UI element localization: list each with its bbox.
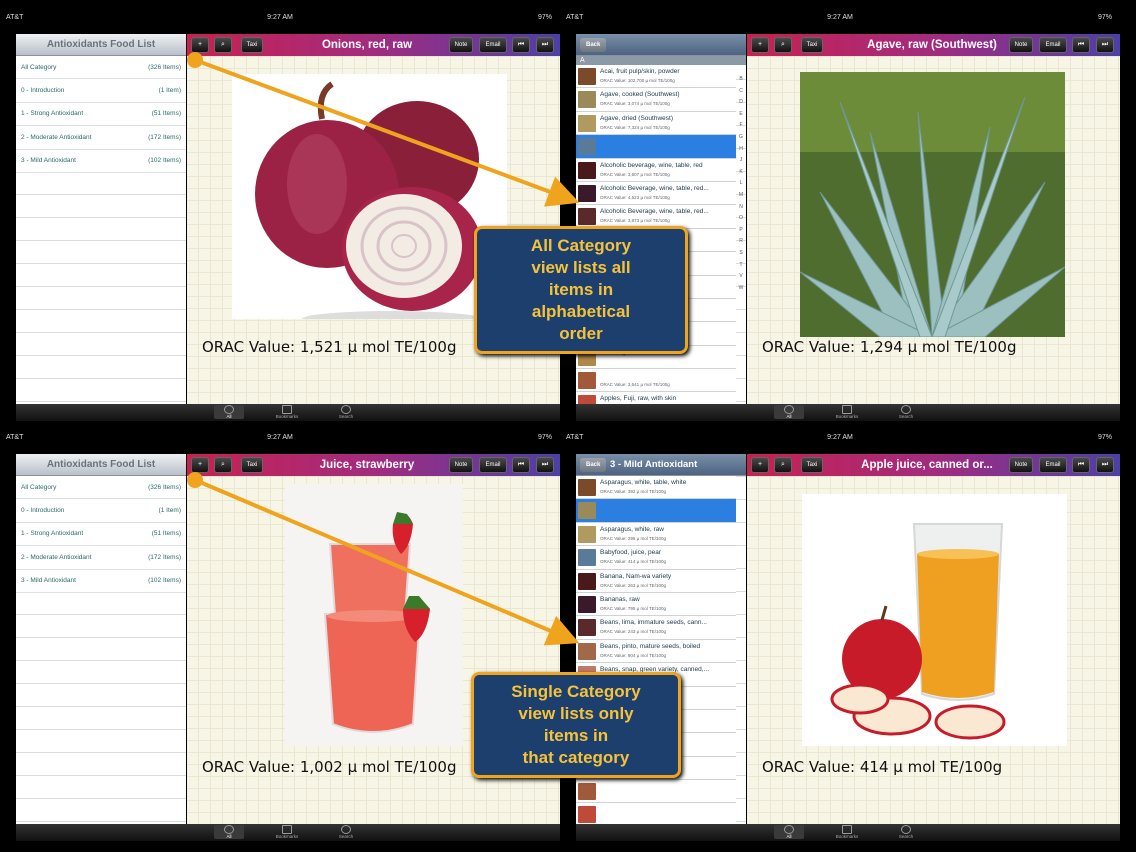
- arrow-single-category: [194, 478, 580, 646]
- callout-all-category: All Category view lists all items in alp…: [474, 226, 688, 354]
- arrow-all-category: [194, 58, 580, 207]
- callout-single-category: Single Category view lists only items in…: [471, 672, 681, 778]
